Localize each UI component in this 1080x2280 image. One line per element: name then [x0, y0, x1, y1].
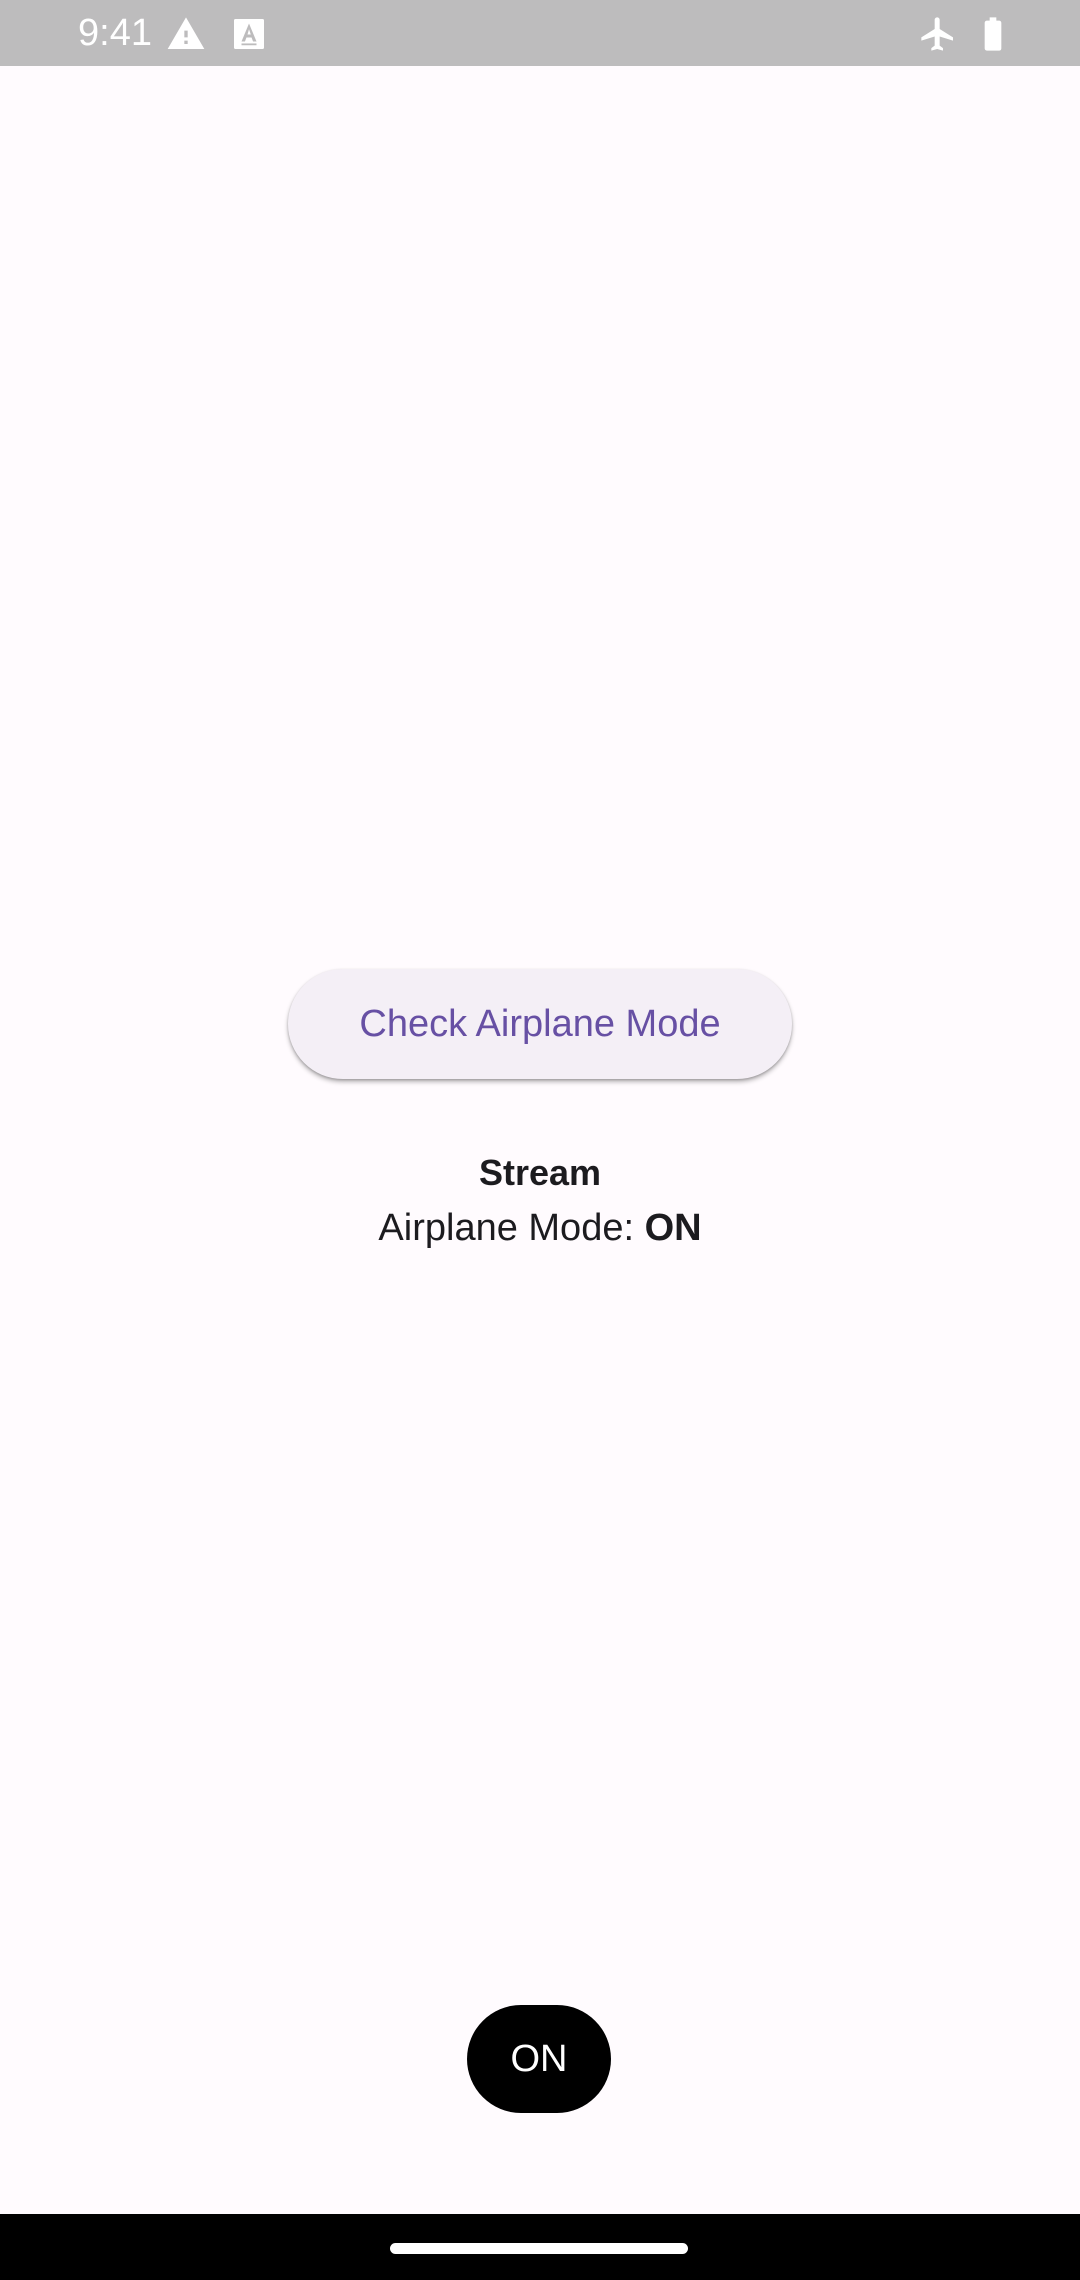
warning-icon	[166, 14, 206, 54]
stream-title: Stream	[478, 1152, 602, 1193]
app-screen: 9:41 Check Airplane Mode Stream Airplane…	[0, 0, 1080, 2280]
home-indicator[interactable]	[390, 2243, 688, 2254]
status-bar: 9:41	[0, 0, 1080, 66]
battery-icon	[973, 14, 1013, 54]
navigation-bar	[0, 2214, 1080, 2280]
check-airplane-mode-button[interactable]: Check Airplane Mode	[288, 969, 792, 1079]
airplane-mode-value: ON	[644, 1207, 702, 1249]
status-time: 9:41	[78, 12, 152, 54]
airplane-mode-indicator-pill: ON	[467, 2005, 611, 2113]
airplane-mode-status: Airplane Mode: ON	[0, 1203, 1080, 1253]
font-a-icon	[231, 16, 267, 52]
airplane-icon	[918, 14, 958, 54]
airplane-mode-label: Airplane Mode:	[378, 1207, 645, 1249]
